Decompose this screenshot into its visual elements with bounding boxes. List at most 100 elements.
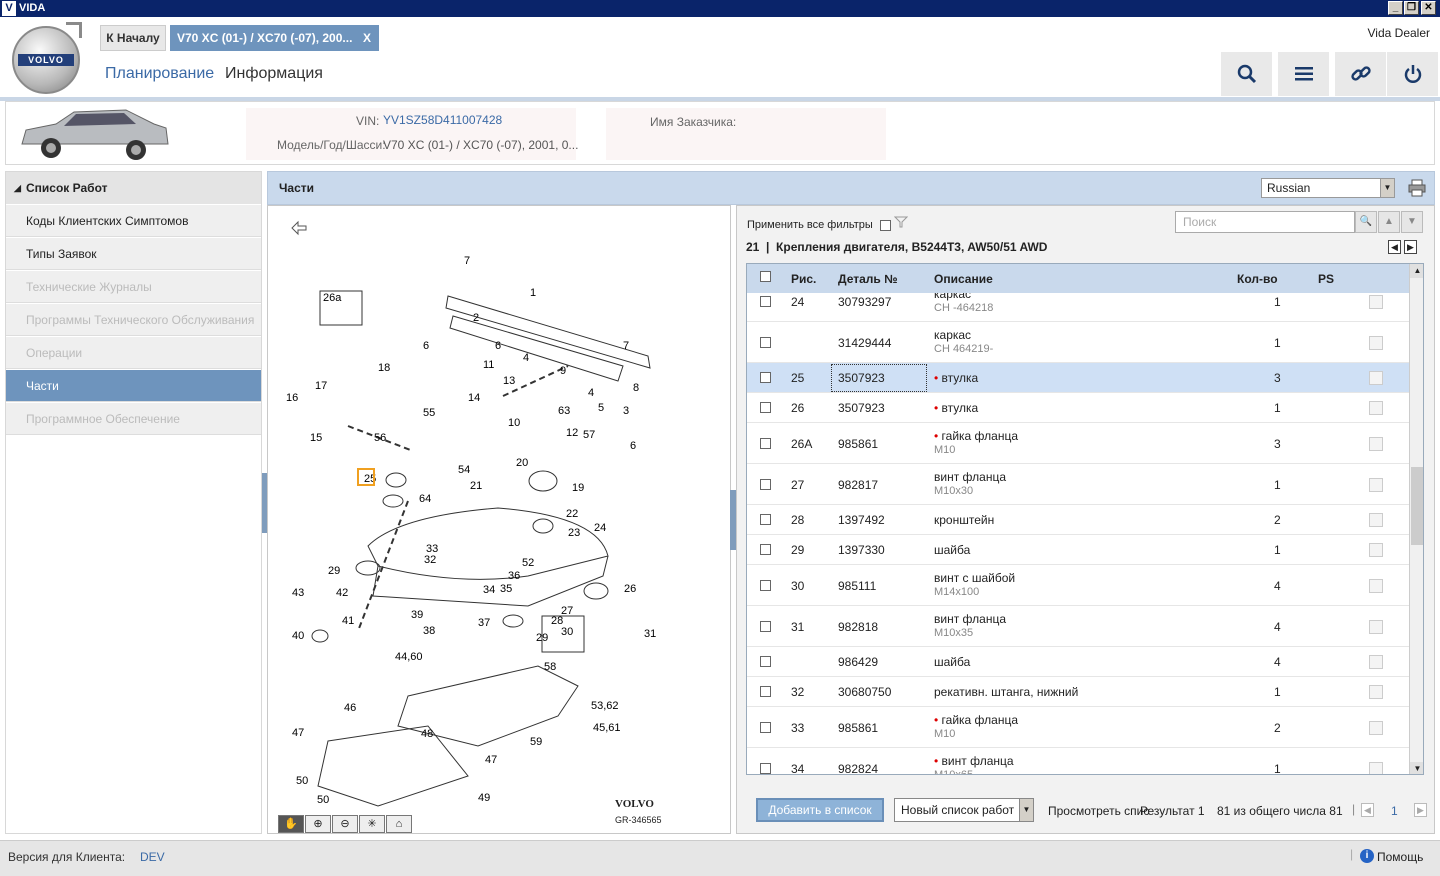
ps-note-icon[interactable]: [1369, 685, 1383, 699]
ps-note-icon[interactable]: [1369, 401, 1383, 415]
pan-tool-icon[interactable]: ✋: [278, 815, 304, 833]
search-go-icon[interactable]: 🔍: [1355, 211, 1377, 233]
current-page[interactable]: 1: [1391, 804, 1398, 818]
link-button[interactable]: [1334, 52, 1386, 96]
prev-page-icon[interactable]: ◀: [1361, 803, 1374, 817]
table-row[interactable]: 29 1397330 шайба 1: [747, 535, 1409, 565]
row-checkbox[interactable]: [760, 402, 771, 413]
chevron-down-icon[interactable]: ▼: [1401, 211, 1423, 233]
cell-part[interactable]: 982818: [838, 620, 878, 634]
table-row[interactable]: 28 1397492 кронштейн 2: [747, 505, 1409, 535]
cell-part[interactable]: 3507923: [831, 364, 927, 392]
sidebar-title[interactable]: ◢ Список Работ: [6, 172, 261, 204]
next-page-icon[interactable]: ▶: [1414, 803, 1427, 817]
cell-part[interactable]: 3507923: [838, 401, 885, 415]
close-tab-icon[interactable]: X: [363, 25, 371, 51]
zoom-in-icon[interactable]: ⊕: [305, 815, 331, 833]
ps-note-icon[interactable]: [1369, 294, 1383, 309]
next-group-icon[interactable]: ▶: [1404, 240, 1417, 254]
chevron-up-icon[interactable]: ▲: [1378, 211, 1400, 233]
ps-note-icon[interactable]: [1369, 436, 1383, 451]
zoom-out-icon[interactable]: ⊖: [332, 815, 358, 833]
row-checkbox[interactable]: [760, 437, 771, 449]
table-scrollbar[interactable]: ▲ ▼: [1409, 264, 1423, 774]
row-checkbox[interactable]: [760, 656, 771, 667]
ps-note-icon[interactable]: [1369, 720, 1383, 735]
cell-part[interactable]: 982817: [838, 478, 878, 492]
sidebar-item-symptoms[interactable]: Коды Клиентских Симптомов: [6, 204, 261, 237]
nav-information[interactable]: Информация: [225, 65, 323, 83]
vin-value[interactable]: YV1SZ58D411007428: [383, 113, 502, 127]
apply-filters-checkbox[interactable]: [879, 219, 891, 231]
ps-note-icon[interactable]: [1369, 543, 1383, 557]
row-checkbox[interactable]: [760, 762, 771, 774]
ps-note-icon[interactable]: [1369, 578, 1383, 593]
table-row[interactable]: 25 3507923 • втулка 3: [747, 363, 1409, 393]
select-all-checkbox[interactable]: [760, 271, 771, 282]
cell-part[interactable]: 982824: [838, 762, 878, 775]
row-checkbox[interactable]: [760, 721, 771, 733]
view-list-link[interactable]: Просмотреть спис: [1048, 804, 1149, 818]
row-checkbox[interactable]: [760, 544, 771, 555]
table-row[interactable]: 986429 шайба 4: [747, 647, 1409, 677]
tab-vehicle[interactable]: V70 XC (01-) / XC70 (-07), 200... X: [170, 25, 379, 51]
add-to-list-button[interactable]: Добавить в список: [756, 798, 884, 822]
apply-filters[interactable]: Применить все фильтры: [747, 216, 909, 231]
cell-part[interactable]: 30793297: [838, 295, 891, 309]
search-input[interactable]: Поиск: [1175, 211, 1355, 233]
cell-part[interactable]: 1397492: [838, 513, 885, 527]
table-row[interactable]: 33 985861 • гайка фланца M10 2: [747, 707, 1409, 748]
power-button[interactable]: [1386, 52, 1438, 96]
cell-part[interactable]: 31429444: [838, 336, 891, 350]
print-icon[interactable]: [1408, 179, 1426, 197]
ps-note-icon[interactable]: [1369, 335, 1383, 350]
menu-button[interactable]: [1277, 52, 1329, 96]
row-checkbox[interactable]: [760, 372, 771, 383]
fit-icon[interactable]: ✳: [359, 815, 385, 833]
help-link[interactable]: Помощь: [1377, 850, 1423, 864]
table-row[interactable]: 27 982817 винт фланца M10x30 1: [747, 464, 1409, 505]
cell-part[interactable]: 986429: [838, 655, 878, 669]
back-arrow-icon[interactable]: [290, 220, 308, 236]
language-select[interactable]: Russian ▼: [1261, 178, 1395, 198]
ps-note-icon[interactable]: [1369, 513, 1383, 527]
home-view-icon[interactable]: ⌂: [386, 815, 412, 833]
ps-note-icon[interactable]: [1369, 761, 1383, 774]
table-row[interactable]: 31429444 каркас CH 464219- 1: [747, 322, 1409, 363]
table-row[interactable]: 30 985111 винт с шайбой M14x100 4: [747, 565, 1409, 606]
col-qty[interactable]: Кол-во: [1237, 272, 1278, 286]
worklist-select[interactable]: Новый список работ ▼: [894, 798, 1034, 822]
row-checkbox[interactable]: [760, 295, 771, 307]
row-checkbox[interactable]: [760, 620, 771, 632]
row-checkbox[interactable]: [760, 514, 771, 525]
table-row[interactable]: 34 982824 • винт фланца M10x65 1: [747, 748, 1409, 775]
cell-part[interactable]: 30680750: [838, 685, 891, 699]
parts-diagram[interactable]: 712 667 4 11 9 13 8 4 5 3 14 63 10 12 57 6 18 17 16…: [267, 205, 731, 834]
table-row[interactable]: 26 3507923 • втулка 1: [747, 393, 1409, 423]
cell-part[interactable]: 985861: [838, 437, 878, 451]
search-button[interactable]: [1220, 52, 1272, 96]
nav-planning[interactable]: Планирование: [105, 65, 214, 83]
table-row[interactable]: 24 30793297 каркас CH -464218 1: [747, 293, 1409, 322]
sidebar-item-job-types[interactable]: Типы Заявок: [6, 237, 261, 270]
table-row[interactable]: 26A 985861 • гайка фланца M10 3: [747, 423, 1409, 464]
close-window-button[interactable]: ✕: [1421, 1, 1436, 15]
tab-home[interactable]: К Началу: [100, 25, 166, 51]
sidebar-item-parts[interactable]: Части: [6, 369, 261, 402]
row-checkbox[interactable]: [760, 478, 771, 490]
col-desc[interactable]: Описание: [934, 272, 993, 286]
table-row[interactable]: 31 982818 винт фланца M10x35 4: [747, 606, 1409, 647]
row-checkbox[interactable]: [760, 336, 771, 348]
table-row[interactable]: 32 30680750 рекативн. штанга, нижний 1: [747, 677, 1409, 707]
col-fig[interactable]: Рис.: [791, 272, 816, 286]
row-checkbox[interactable]: [760, 686, 771, 697]
restore-button[interactable]: ❐: [1404, 1, 1419, 15]
ps-note-icon[interactable]: [1369, 619, 1383, 634]
help-icon[interactable]: i: [1360, 849, 1374, 863]
cell-part[interactable]: 985861: [838, 721, 878, 735]
cell-part[interactable]: 1397330: [838, 543, 885, 557]
ps-note-icon[interactable]: [1369, 655, 1383, 669]
col-part[interactable]: Деталь №: [838, 272, 897, 286]
ps-note-icon[interactable]: [1369, 477, 1383, 492]
col-ps[interactable]: PS: [1318, 272, 1334, 286]
